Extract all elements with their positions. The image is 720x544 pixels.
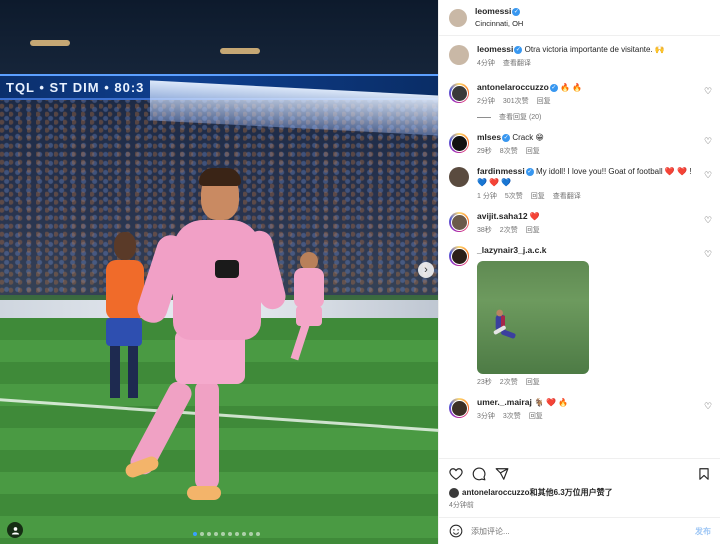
post-panel: leomessi ✓ Cincinnati, OH leomessi ✓ Otra … xyxy=(438,0,720,544)
comment-time: 2分钟 xyxy=(477,98,495,105)
carousel-dot xyxy=(256,532,260,536)
comment-time: 29秒 xyxy=(477,148,492,155)
comment-text: ❤️ xyxy=(529,212,540,221)
carousel-dot xyxy=(242,532,246,536)
heart-icon[interactable]: ♡ xyxy=(704,216,712,225)
post-button[interactable]: 发布 xyxy=(695,526,711,537)
list-item: antonelaroccuzzo ✓ 🔥 🔥 2分钟 301次赞 回复 查看回复 (2… xyxy=(439,82,720,122)
comment-username[interactable]: mlses xyxy=(477,132,501,142)
action-bar xyxy=(439,458,720,482)
heart-icon[interactable]: ♡ xyxy=(704,137,712,146)
avatar[interactable] xyxy=(449,398,469,418)
comment-text: 🐐 ❤️ 🔥 xyxy=(534,398,569,407)
comment-icon[interactable] xyxy=(472,467,486,481)
reply-button[interactable]: 回复 xyxy=(529,411,543,421)
likes-summary[interactable]: antonelaroccuzzo和其他6.3万位用户赞了 xyxy=(449,487,613,498)
comment-likes[interactable]: 2次赞 xyxy=(500,377,518,387)
teammate-player xyxy=(290,252,330,362)
stadium-light xyxy=(220,48,260,54)
verified-icon: ✓ xyxy=(525,167,534,176)
comment-text: 🔥 🔥 xyxy=(560,83,583,92)
carousel-dot xyxy=(249,532,253,536)
reply-button[interactable]: 回复 xyxy=(531,191,545,201)
post-time: 4分钟前 xyxy=(449,502,474,509)
carousel-dot xyxy=(193,532,197,536)
emoji-icon[interactable] xyxy=(449,524,463,538)
location-link[interactable]: Cincinnati, OH xyxy=(475,18,523,30)
comment-likes[interactable]: 8次赞 xyxy=(500,146,518,156)
verified-icon: ✓ xyxy=(549,83,558,92)
list-item: _lazynair3_j.a.c.k 23秒 2次赞 回复 ♡ xyxy=(439,245,720,387)
bookmark-icon[interactable] xyxy=(697,467,711,481)
main-player xyxy=(123,168,289,500)
share-icon[interactable] xyxy=(495,467,509,481)
comment-time: 38秒 xyxy=(477,227,492,234)
comment-input[interactable] xyxy=(471,526,695,536)
verified-icon: ✓ xyxy=(502,133,511,142)
carousel-dot xyxy=(214,532,218,536)
list-item: mlses ✓ Crack 😁 29秒 8次赞 回复 ♡ xyxy=(439,132,720,156)
carousel-dot xyxy=(200,532,204,536)
post-header: leomessi ✓ Cincinnati, OH xyxy=(439,0,720,36)
avatar[interactable] xyxy=(449,133,469,153)
likes-text: antonelaroccuzzo和其他6.3万位用户赞了 xyxy=(462,488,613,497)
comment-time: 1 分钟 xyxy=(477,193,497,200)
verified-icon: ✓ xyxy=(514,45,523,54)
comment-text: Crack 😁 xyxy=(512,133,544,142)
comment-likes[interactable]: 5次赞 xyxy=(505,191,523,201)
heart-icon[interactable]: ♡ xyxy=(704,402,712,411)
add-comment-bar: 发布 xyxy=(439,517,720,544)
reply-button[interactable]: 回复 xyxy=(526,146,540,156)
see-translation-link[interactable]: 查看翻译 xyxy=(503,58,531,68)
heart-icon[interactable]: ♡ xyxy=(704,171,712,180)
avatar[interactable] xyxy=(449,212,469,232)
carousel-dot xyxy=(235,532,239,536)
comments-list[interactable]: leomessi ✓ Otra victoria importante de vi… xyxy=(439,44,720,454)
comment-likes[interactable]: 2次赞 xyxy=(500,225,518,235)
reply-button[interactable]: 回复 xyxy=(526,377,540,387)
header-username[interactable]: leomessi xyxy=(475,6,511,16)
view-replies-button[interactable]: 查看回复 (20) xyxy=(477,112,695,122)
avatar[interactable] xyxy=(449,45,469,65)
avatar[interactable] xyxy=(449,83,469,103)
reply-button[interactable]: 回复 xyxy=(526,225,540,235)
comment-username[interactable]: antonelaroccuzzo xyxy=(477,82,549,92)
chevron-right-icon[interactable]: › xyxy=(418,262,434,278)
avatar[interactable] xyxy=(449,8,467,27)
verified-icon: ✓ xyxy=(512,7,521,16)
comment-likes[interactable]: 301次赞 xyxy=(503,96,529,106)
stadium-light xyxy=(30,40,70,46)
caption-time: 4分钟 xyxy=(477,60,495,67)
caption-username[interactable]: leomessi xyxy=(477,44,513,54)
comment-time: 23秒 xyxy=(477,379,492,386)
comment-likes[interactable]: 3次赞 xyxy=(503,411,521,421)
carousel-dot xyxy=(207,532,211,536)
like-heart-icon[interactable] xyxy=(449,467,463,481)
list-item: avijit.saha12 ❤️ 38秒 2次赞 回复 ♡ xyxy=(439,211,720,235)
heart-icon[interactable]: ♡ xyxy=(704,87,712,96)
avatar xyxy=(449,487,459,498)
reply-button[interactable]: 回复 xyxy=(537,96,551,106)
caption: leomessi ✓ Otra victoria importante de vi… xyxy=(439,44,720,68)
heart-icon[interactable]: ♡ xyxy=(704,250,712,259)
comment-username[interactable]: fardinmessi xyxy=(477,166,525,176)
comment-username[interactable]: _lazynair3_j.a.c.k xyxy=(477,245,546,255)
caption-text: Otra victoria importante de visitante. 🙌 xyxy=(524,45,665,54)
carousel-dot xyxy=(228,532,232,536)
list-item: umer._.mairaj 🐐 ❤️ 🔥 3分钟 3次赞 回复 ♡ xyxy=(439,397,720,421)
led-board-text: TQL • ST DIM • 80:3 xyxy=(6,80,145,95)
avatar[interactable] xyxy=(449,167,469,187)
list-item: fardinmessi ✓ My idoll! I love you!! Goat… xyxy=(439,166,720,201)
comment-username[interactable]: umer._.mairaj xyxy=(477,397,532,407)
carousel-dots xyxy=(193,532,260,536)
user-tag-icon[interactable] xyxy=(7,522,23,538)
comment-time: 3分钟 xyxy=(477,413,495,420)
comment-image[interactable] xyxy=(477,261,589,374)
post-media[interactable]: TQL • ST DIM • 80:3 › xyxy=(0,0,438,544)
view-replies-label: 查看回复 (20) xyxy=(499,114,542,121)
avatar[interactable] xyxy=(449,246,469,266)
comment-username[interactable]: avijit.saha12 xyxy=(477,211,528,221)
see-translation-link[interactable]: 查看翻译 xyxy=(553,191,581,201)
carousel-dot xyxy=(221,532,225,536)
